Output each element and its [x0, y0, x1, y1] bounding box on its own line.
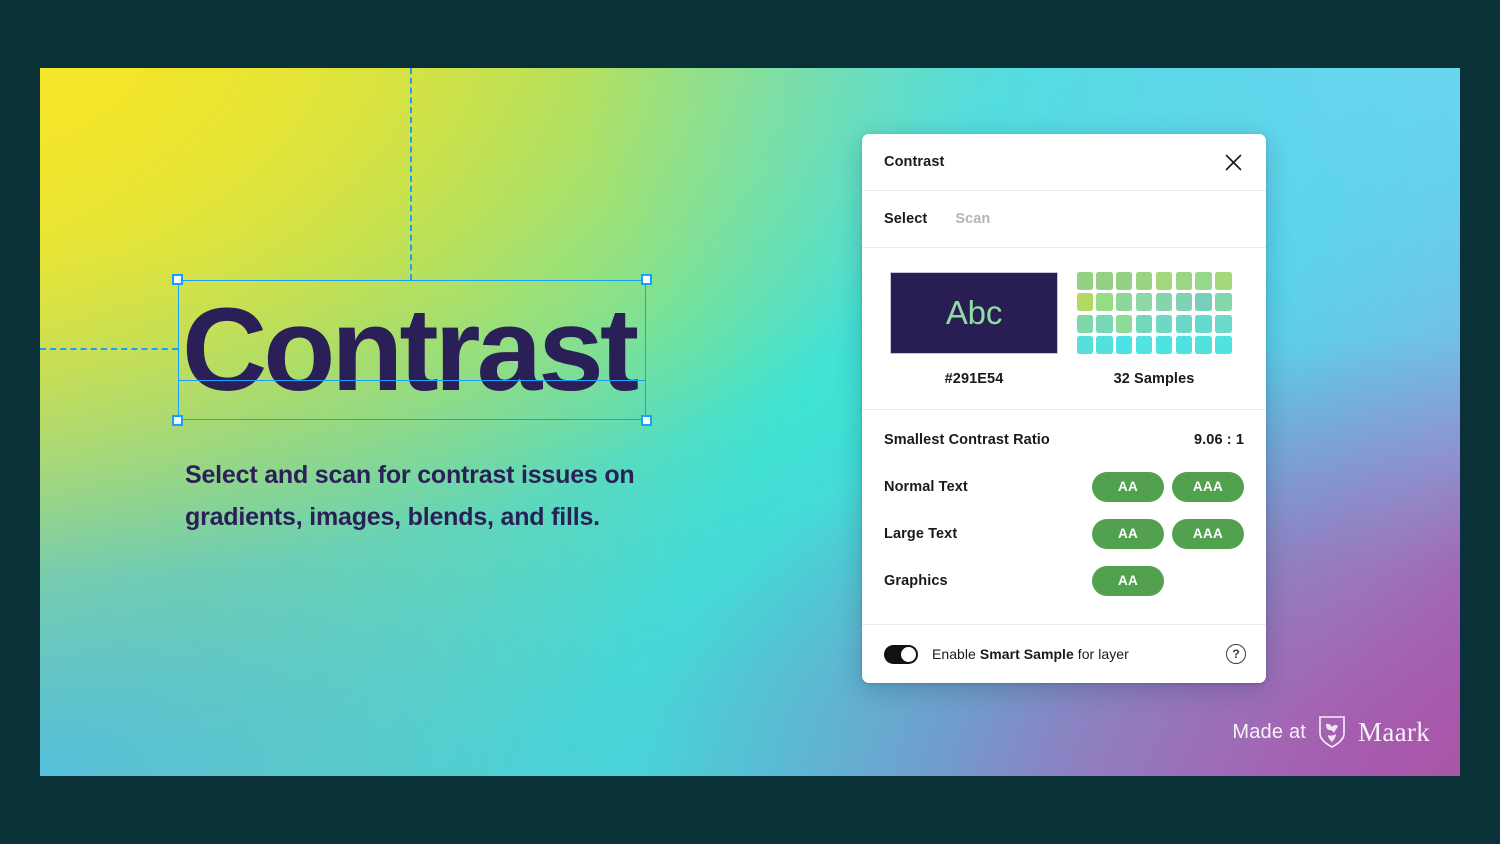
sample-swatch [1195, 314, 1212, 333]
badge-group: AA AAA [1092, 518, 1244, 549]
resize-handle-top-right[interactable] [641, 274, 652, 285]
sample-swatch [1135, 336, 1153, 354]
tab-scan[interactable]: Scan [955, 211, 990, 227]
sample-swatch [1155, 272, 1173, 290]
toggle-knob [901, 646, 916, 662]
sample-swatch [1135, 293, 1153, 312]
sample-swatch [1076, 314, 1093, 333]
sample-swatch [1215, 293, 1232, 312]
watermark: Made at Maark [1232, 716, 1430, 748]
metric-row: Normal Text AA AAA [884, 463, 1244, 510]
sample-swatch [1155, 314, 1173, 333]
sample-swatch [1116, 293, 1133, 312]
sample-swatch [1215, 314, 1232, 333]
selection-border [178, 280, 646, 420]
badge-spacer [1172, 566, 1244, 596]
samples-section: Abc #291E54 32 Samples [862, 248, 1266, 410]
sample-swatch [1175, 293, 1192, 312]
contrast-plugin-panel[interactable]: Contrast Select Scan Abc #291E54 32 Samp… [862, 134, 1266, 683]
resize-handle-bottom-left[interactable] [172, 415, 183, 426]
sample-swatch [1076, 336, 1093, 354]
compliance-badge[interactable]: AA [1092, 471, 1164, 502]
compliance-badge[interactable]: AAA [1172, 471, 1244, 502]
sample-swatch [1096, 293, 1113, 312]
watermark-brand: Maark [1358, 716, 1430, 747]
text-baseline-guide [178, 380, 646, 381]
sample-swatch [1096, 272, 1113, 290]
metric-row: Large Text AA AAA [884, 510, 1244, 557]
compliance-badge[interactable]: AAA [1172, 518, 1244, 549]
sample-swatch [1195, 272, 1212, 290]
sample-swatch [1076, 293, 1093, 312]
metric-row: Smallest Contrast Ratio 9.06 : 1 [884, 416, 1244, 463]
sample-swatch [1076, 272, 1093, 290]
vertical-guide [410, 68, 412, 280]
foreground-preview-text: Abc [945, 294, 1003, 331]
foreground-sample-column: Abc #291E54 [884, 272, 1064, 387]
metric-label: Normal Text [884, 478, 968, 495]
panel-header: Contrast [862, 134, 1266, 191]
smart-sample-toggle[interactable] [884, 644, 918, 664]
badge-group: AA AAA [1092, 471, 1244, 502]
metric-label: Large Text [884, 525, 958, 542]
metric-row: Graphics AA [884, 557, 1244, 604]
sample-swatch [1135, 314, 1153, 333]
background-samples-column: 32 Samples [1064, 272, 1244, 387]
sample-swatch [1135, 272, 1153, 290]
resize-handle-top-left[interactable] [172, 274, 183, 285]
metrics-section: Smallest Contrast Ratio 9.06 : 1 Normal Te… [862, 410, 1266, 625]
compliance-badge[interactable]: AA [1092, 565, 1164, 596]
sample-swatch [1155, 336, 1173, 354]
panel-tabs[interactable]: Select Scan [862, 191, 1266, 248]
sample-swatch [1215, 336, 1232, 354]
resize-handle-bottom-right[interactable] [641, 415, 652, 426]
panel-title: Contrast [884, 154, 945, 170]
sample-swatch [1155, 293, 1173, 312]
horizontal-guide [40, 348, 178, 350]
foreground-color-swatch[interactable]: Abc [890, 272, 1058, 354]
badge-group: AA [1092, 565, 1244, 596]
sample-count-label: 32 Samples [1113, 371, 1195, 387]
smart-sample-text-before: Enable [932, 646, 980, 662]
sample-swatch [1096, 314, 1113, 333]
sample-swatch [1215, 272, 1232, 290]
question-mark-icon[interactable]: ? [1226, 644, 1246, 664]
sample-swatch [1175, 314, 1192, 333]
panel-footer: Enable Smart Sample for layer ? [862, 625, 1266, 683]
sample-swatch [1175, 336, 1192, 354]
sample-swatch [1116, 336, 1133, 354]
compliance-badge[interactable]: AA [1092, 518, 1164, 549]
sample-swatch [1116, 314, 1133, 333]
close-icon[interactable] [1220, 149, 1246, 175]
shield-icon [1319, 716, 1345, 748]
selection-bounding-box[interactable] [172, 274, 652, 426]
sample-swatch [1175, 272, 1192, 290]
subtitle-text[interactable]: Select and scan for contrast issues on g… [185, 454, 665, 538]
smart-sample-text-bold: Smart Sample [979, 646, 1074, 662]
sample-swatch [1096, 336, 1113, 354]
metric-label: Graphics [884, 572, 948, 589]
metric-value: 9.06 : 1 [1194, 431, 1244, 448]
sample-swatch [1116, 272, 1133, 290]
smart-sample-label: Enable Smart Sample for layer [932, 646, 1212, 662]
background-swatch-grid[interactable] [1076, 272, 1232, 354]
sample-swatch [1195, 336, 1212, 354]
metric-label: Smallest Contrast Ratio [884, 431, 1050, 448]
smart-sample-text-after: for layer [1073, 646, 1129, 662]
watermark-prefix: Made at [1232, 720, 1307, 743]
sample-swatch [1195, 293, 1212, 312]
tab-select[interactable]: Select [884, 211, 927, 227]
foreground-hex-label: #291E54 [944, 371, 1004, 387]
